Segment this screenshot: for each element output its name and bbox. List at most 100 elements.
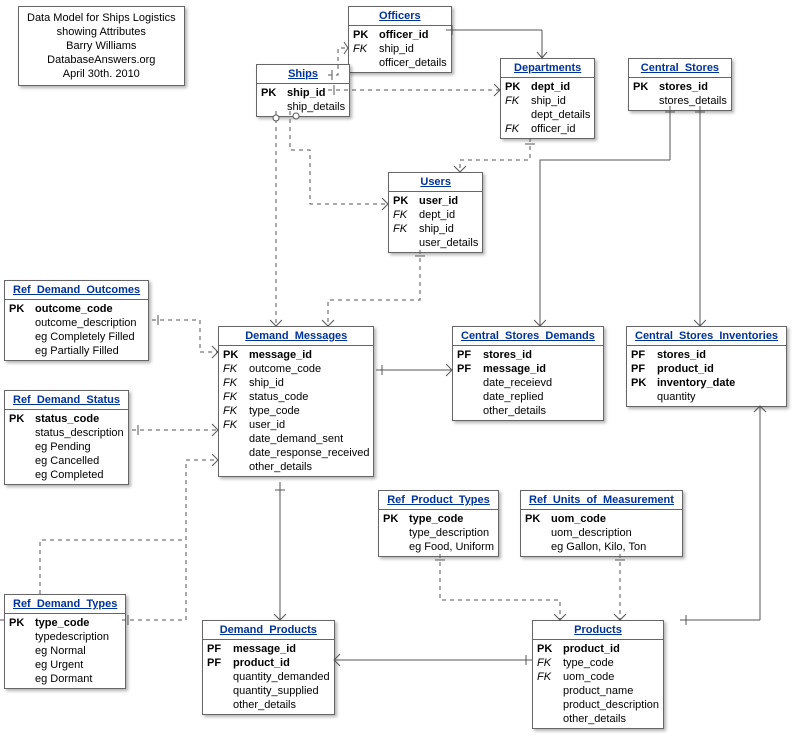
entity-body: PFstores_idPFproduct_idPKinventory_dateq… (627, 346, 786, 406)
entity-body: PKuser_idFKdept_idFKship_iduser_details (389, 192, 482, 252)
entity-attribute-row: product_name (533, 684, 663, 698)
attribute-name: product_id (231, 656, 290, 670)
entity-attribute-row: PKuser_id (389, 194, 482, 208)
key-indicator: FK (393, 208, 417, 222)
key-indicator: FK (537, 656, 561, 670)
key-indicator (9, 630, 33, 644)
key-indicator (9, 672, 33, 686)
key-indicator: PK (505, 80, 529, 94)
entity-body: PKmessage_idFKoutcome_codeFKship_idFKsta… (219, 346, 373, 476)
entity-attribute-row: PKstatus_code (5, 412, 128, 426)
entity-attribute-row: other_details (453, 404, 603, 418)
entity-attribute-row: FKship_id (349, 42, 451, 56)
entity-attribute-row: quantity_demanded (203, 670, 334, 684)
attribute-name: date_replied (481, 390, 544, 404)
attribute-name: officer_details (377, 56, 447, 70)
entity-attribute-row: typedescription (5, 630, 125, 644)
key-indicator: PK (537, 642, 561, 656)
key-indicator (9, 454, 33, 468)
attribute-name: message_id (481, 362, 546, 376)
entity-attribute-row: outcome_description (5, 316, 148, 330)
attribute-name: eg Completely Filled (33, 330, 135, 344)
key-indicator: FK (353, 42, 377, 56)
entity-title: Central_Stores_Inventories (627, 327, 786, 346)
entity-title: Demand_Messages (219, 327, 373, 346)
attribute-name: typedescription (33, 630, 109, 644)
key-indicator (537, 684, 561, 698)
entity-attribute-row: quantity_supplied (203, 684, 334, 698)
info-line: showing Attributes (27, 25, 176, 39)
key-indicator: FK (223, 376, 247, 390)
entity-attribute-row: other_details (533, 712, 663, 726)
entity-title: Ships (257, 65, 349, 84)
key-indicator (9, 330, 33, 344)
entity-title: Departments (501, 59, 594, 78)
entity-body: PKoutcome_codeoutcome_descriptioneg Comp… (5, 300, 148, 360)
entity-officers: OfficersPKofficer_idFKship_idofficer_det… (348, 6, 452, 73)
attribute-name: product_id (561, 642, 620, 656)
attribute-name: outcome_code (33, 302, 113, 316)
entity-products: ProductsPKproduct_idFKtype_codeFKuom_cod… (532, 620, 664, 729)
entity-attribute-row: date_demand_sent (219, 432, 373, 446)
entity-attribute-row: PFstores_id (453, 348, 603, 362)
key-indicator: PK (9, 302, 33, 316)
key-indicator (633, 94, 657, 108)
key-indicator: PF (207, 656, 231, 670)
attribute-name: inventory_date (655, 376, 735, 390)
key-indicator (207, 670, 231, 684)
entity-attribute-row: FKstatus_code (219, 390, 373, 404)
entity-demand-messages: Demand_MessagesPKmessage_idFKoutcome_cod… (218, 326, 374, 477)
entity-attribute-row: FKoutcome_code (219, 362, 373, 376)
entity-attribute-row: uom_description (521, 526, 682, 540)
attribute-name: type_code (247, 404, 300, 418)
key-indicator (537, 712, 561, 726)
entity-attribute-row: type_description (379, 526, 498, 540)
key-indicator (525, 526, 549, 540)
attribute-name: quantity (655, 390, 696, 404)
entity-attribute-row: PKstores_id (629, 80, 731, 94)
entity-departments: DepartmentsPKdept_idFKship_iddept_detail… (500, 58, 595, 139)
key-indicator (353, 56, 377, 70)
attribute-name: product_name (561, 684, 633, 698)
key-indicator (261, 100, 285, 114)
attribute-name: eg Cancelled (33, 454, 99, 468)
entity-attribute-row: PFmessage_id (453, 362, 603, 376)
attribute-name: status_code (247, 390, 308, 404)
entity-ships: ShipsPKship_idship_details (256, 64, 350, 117)
entity-title: Ref_Demand_Types (5, 595, 125, 614)
attribute-name: eg Urgent (33, 658, 83, 672)
entity-attribute-row: PKtype_code (5, 616, 125, 630)
entity-attribute-row: date_receievd (453, 376, 603, 390)
entity-title: Products (533, 621, 663, 640)
entity-attribute-row: eg Completely Filled (5, 330, 148, 344)
entity-attribute-row: FKuser_id (219, 418, 373, 432)
entity-body: PKdept_idFKship_iddept_detailsFKofficer_… (501, 78, 594, 138)
attribute-name: uom_code (549, 512, 606, 526)
attribute-name: ship_id (285, 86, 326, 100)
attribute-name: eg Partially Filled (33, 344, 119, 358)
key-indicator: FK (505, 94, 529, 108)
attribute-name: ship_id (247, 376, 284, 390)
attribute-name: eg Gallon, Kilo, Ton (549, 540, 646, 554)
attribute-name: eg Dormant (33, 672, 92, 686)
entity-title: Central_Stores_Demands (453, 327, 603, 346)
key-indicator (9, 440, 33, 454)
key-indicator (9, 468, 33, 482)
attribute-name: stores_id (481, 348, 532, 362)
key-indicator (505, 108, 529, 122)
entity-attribute-row: PKtype_code (379, 512, 498, 526)
entity-body: PFmessage_idPFproduct_idquantity_demande… (203, 640, 334, 714)
entity-attribute-row: eg Pending (5, 440, 128, 454)
entity-attribute-row: PFmessage_id (203, 642, 334, 656)
key-indicator: PK (353, 28, 377, 42)
attribute-name: stores_id (655, 348, 706, 362)
entity-attribute-row: PKoutcome_code (5, 302, 148, 316)
key-indicator (457, 390, 481, 404)
entity-central-stores-inventories: Central_Stores_InventoriesPFstores_idPFp… (626, 326, 787, 407)
attribute-name: other_details (561, 712, 626, 726)
entity-body: PKship_idship_details (257, 84, 349, 116)
attribute-name: ship_details (285, 100, 345, 114)
entity-attribute-row: FKship_id (219, 376, 373, 390)
entity-attribute-row: eg Partially Filled (5, 344, 148, 358)
entity-attribute-row: PFstores_id (627, 348, 786, 362)
